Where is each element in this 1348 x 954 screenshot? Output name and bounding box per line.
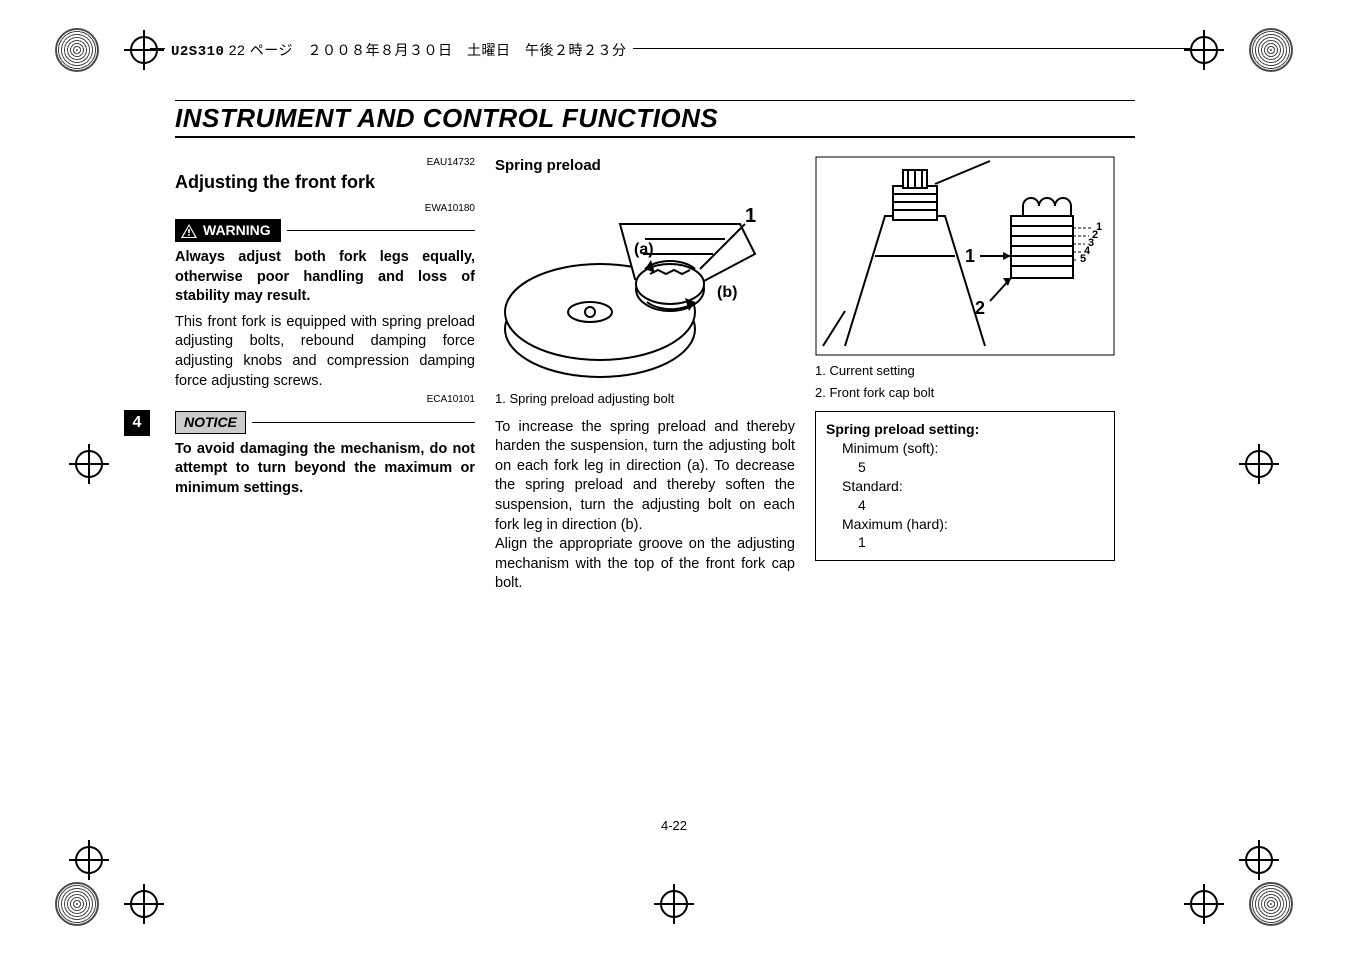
content-area: INSTRUMENT AND CONTROL FUNCTIONS EAU1473… xyxy=(175,100,1135,594)
settings-title: Spring preload setting: xyxy=(826,420,1104,439)
registration-mark-icon xyxy=(75,450,103,478)
settings-max-label: Maximum (hard): xyxy=(826,515,1104,534)
figure-label-1: 1 xyxy=(745,205,756,227)
notice-row: NOTICE xyxy=(175,411,475,434)
figure-fork-cap-bolt: 1 2 1 2 3 4 5 xyxy=(815,156,1115,356)
warning-triangle-icon xyxy=(181,224,197,238)
title-rule xyxy=(175,100,1135,101)
page-number: 4-22 xyxy=(0,818,1348,833)
ref-code: ECA10101 xyxy=(175,393,475,407)
registration-mark-icon xyxy=(1245,450,1273,478)
registration-mark-icon xyxy=(1190,36,1218,64)
header-metadata: U2S310 22 ページ ２００８年８月３０日 土曜日 午後２時２３分 xyxy=(165,40,633,60)
registration-mark-icon xyxy=(130,36,158,64)
chapter-tab: 4 xyxy=(124,410,150,436)
rule xyxy=(287,230,475,231)
figure-caption: 1. Spring preload adjusting bolt xyxy=(495,390,795,408)
figure-label-b: (b) xyxy=(717,284,737,301)
columns: EAU14732 Adjusting the front fork EWA101… xyxy=(175,156,1135,594)
figure-caption: 2. Front fork cap bolt xyxy=(815,384,1115,402)
section-title: INSTRUMENT AND CONTROL FUNCTIONS xyxy=(175,103,1135,138)
header-meta-text: 22 ページ ２００８年８月３０日 土曜日 午後２時２３分 xyxy=(224,42,626,58)
figure-caption: 1. Current setting xyxy=(815,362,1115,380)
column-1: EAU14732 Adjusting the front fork EWA101… xyxy=(175,156,475,594)
settings-max-value: 1 xyxy=(826,533,1104,552)
rule xyxy=(252,422,475,423)
warning-label: WARNING xyxy=(175,219,281,242)
registration-mark-icon xyxy=(75,846,103,874)
page: U2S310 22 ページ ２００８年８月３０日 土曜日 午後２時２３分 4 I… xyxy=(0,0,1348,954)
body-text: To increase the spring preload and there… xyxy=(495,418,795,594)
print-mark-icon xyxy=(1249,28,1293,72)
figure-label-2: 2 xyxy=(975,298,985,318)
settings-min-value: 5 xyxy=(826,458,1104,477)
registration-mark-icon xyxy=(660,890,688,918)
subheading: Adjusting the front fork xyxy=(175,170,475,194)
settings-std-value: 4 xyxy=(826,496,1104,515)
print-mark-icon xyxy=(55,882,99,926)
figure-spring-preload-bolt: (a) (b) 1 xyxy=(495,184,795,384)
subheading: Spring preload xyxy=(495,156,795,176)
notice-text: To avoid damaging the mechanism, do not … xyxy=(175,440,475,499)
notice-label: NOTICE xyxy=(175,411,246,434)
print-mark-icon xyxy=(55,28,99,72)
ref-code: EWA10180 xyxy=(175,202,475,216)
warning-text: Always adjust both fork legs equally, ot… xyxy=(175,248,475,307)
figure-label-1: 1 xyxy=(965,246,975,266)
warning-label-text: WARNING xyxy=(203,221,271,240)
scale-5: 5 xyxy=(1080,253,1086,265)
ref-code: EAU14732 xyxy=(175,156,475,170)
column-3: 1 2 1 2 3 4 5 1. Current setting 2. Fron… xyxy=(815,156,1115,594)
settings-min-label: Minimum (soft): xyxy=(826,439,1104,458)
registration-mark-icon xyxy=(1190,890,1218,918)
settings-std-label: Standard: xyxy=(826,477,1104,496)
print-mark-icon xyxy=(1249,882,1293,926)
settings-box: Spring preload setting: Minimum (soft): … xyxy=(815,411,1115,561)
intro-text: This front fork is equipped with spring … xyxy=(175,313,475,391)
document-id: U2S310 xyxy=(171,44,224,60)
column-2: Spring preload xyxy=(495,156,795,594)
registration-mark-icon xyxy=(1245,846,1273,874)
registration-mark-icon xyxy=(130,890,158,918)
figure-label-a: (a) xyxy=(634,241,654,258)
warning-row: WARNING xyxy=(175,219,475,242)
